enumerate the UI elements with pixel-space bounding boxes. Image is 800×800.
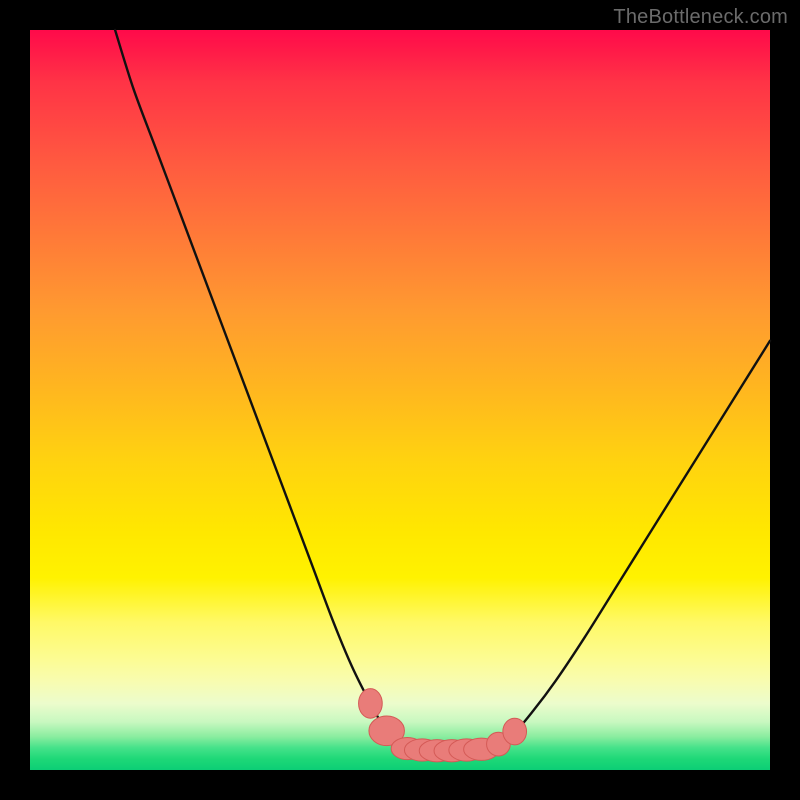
chart-svg <box>30 30 770 770</box>
plot-area <box>30 30 770 770</box>
bottleneck-curve <box>115 30 770 751</box>
chart-frame: TheBottleneck.com <box>0 0 800 800</box>
marker-group <box>359 689 527 762</box>
watermark-text: TheBottleneck.com <box>613 6 788 29</box>
highlight-marker <box>359 689 383 719</box>
highlight-marker <box>503 718 527 745</box>
curve-group <box>115 30 770 751</box>
